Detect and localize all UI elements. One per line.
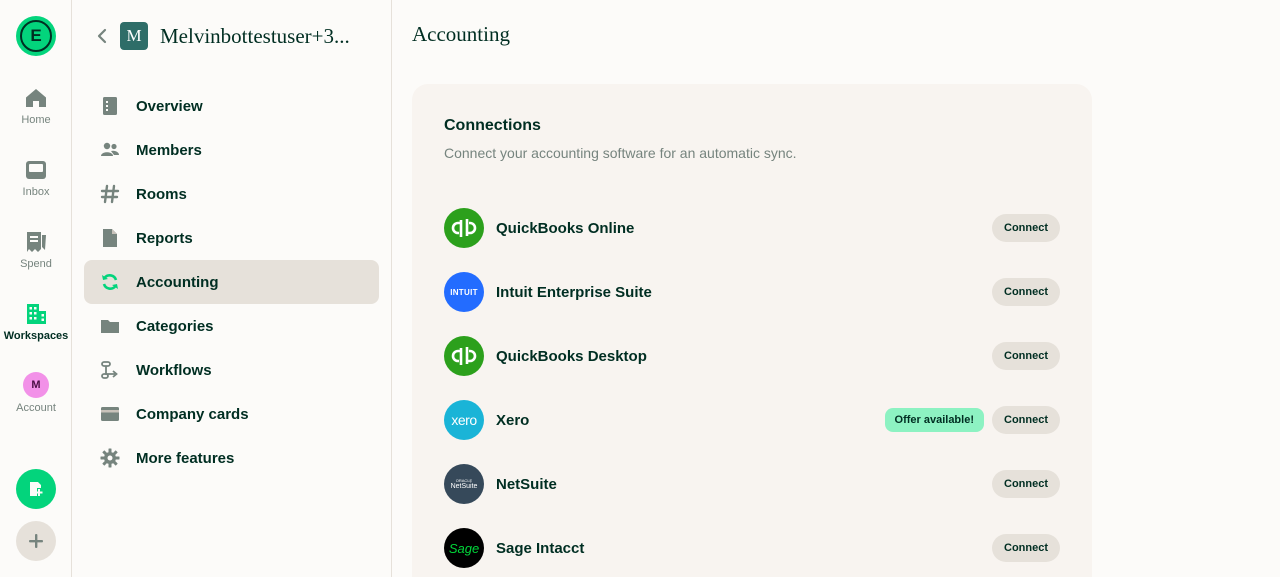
connection-actions: Connect — [992, 278, 1060, 306]
nav-label-categories: Categories — [136, 317, 214, 335]
connections-subtitle: Connect your accounting software for an … — [444, 145, 797, 161]
quickbooks-icon — [451, 219, 477, 237]
nav-label-members: Members — [136, 141, 202, 159]
home-icon — [26, 89, 46, 107]
connections-card: Connections Connect your accounting soft… — [412, 84, 1092, 577]
connections-title: Connections — [444, 117, 541, 134]
quickbooks-logo — [444, 208, 484, 248]
rail-account[interactable]: M Account — [0, 372, 72, 414]
sage-logo: Sage — [444, 528, 484, 568]
workspace-nav: Overview Members Rooms Reports Accountin… — [84, 84, 379, 480]
users-icon — [101, 142, 119, 156]
netsuite-logo: ORACLE NetSuite — [444, 464, 484, 504]
nav-label-reports: Reports — [136, 229, 193, 247]
gear-icon — [100, 448, 120, 468]
connection-actions: Connect — [992, 342, 1060, 370]
connect-button[interactable]: Connect — [992, 470, 1060, 498]
rail-workspaces[interactable]: Workspaces — [0, 302, 72, 342]
connection-row: INTUIT Intuit Enterprise Suite Connect — [444, 260, 1060, 324]
rail-spend[interactable]: Spend — [0, 230, 72, 270]
nav-item-workflows[interactable]: Workflows — [84, 348, 379, 392]
nav-item-accounting[interactable]: Accounting — [84, 260, 379, 304]
connection-name: QuickBooks Desktop — [496, 347, 647, 365]
rail-home-label: Home — [21, 114, 51, 126]
back-button[interactable] — [88, 28, 116, 44]
new-expense-icon — [30, 482, 43, 496]
connections-list: QuickBooks Online Connect INTUIT Intuit … — [444, 196, 1060, 577]
building-icon — [27, 304, 46, 324]
rail-workspaces-label: Workspaces — [3, 330, 69, 342]
connection-row: Sage Sage Intacct Connect — [444, 516, 1060, 577]
rail-spend-label: Spend — [20, 258, 52, 270]
account-avatar: M — [23, 372, 49, 398]
plus-icon — [29, 534, 43, 548]
global-nav-rail: E Home Inbox Spend Workspaces M Account — [0, 0, 72, 577]
expensify-logo[interactable]: E — [16, 16, 56, 56]
chevron-left-icon — [97, 28, 107, 44]
page-title: Accounting — [412, 22, 510, 46]
inbox-icon — [26, 161, 46, 179]
intuit-logo-text: INTUIT — [450, 287, 478, 297]
credit-card-icon — [101, 407, 119, 421]
document-icon — [103, 97, 117, 115]
netsuite-logo-text: NetSuite — [450, 482, 478, 490]
connection-actions: Connect — [992, 534, 1060, 562]
nav-label-company-cards: Company cards — [136, 405, 249, 423]
nav-item-overview[interactable]: Overview — [84, 84, 379, 128]
nav-item-rooms[interactable]: Rooms — [84, 172, 379, 216]
rail-inbox-label: Inbox — [22, 186, 50, 198]
page-icon — [103, 229, 117, 247]
workflow-icon — [101, 361, 118, 379]
sync-icon — [102, 274, 118, 290]
main-content: Accounting Connections Connect your acco… — [392, 0, 1280, 577]
rail-home[interactable]: Home — [0, 86, 72, 126]
xero-logo: xero — [444, 400, 484, 440]
nav-item-members[interactable]: Members — [84, 128, 379, 172]
connection-row: QuickBooks Online Connect — [444, 196, 1060, 260]
connection-name: Xero — [496, 411, 530, 429]
nav-item-categories[interactable]: Categories — [84, 304, 379, 348]
offer-badge[interactable]: Offer available! — [884, 408, 984, 432]
nav-label-more-features: More features — [136, 449, 235, 467]
nav-item-reports[interactable]: Reports — [84, 216, 379, 260]
connection-actions: Connect — [992, 470, 1060, 498]
sage-logo-text: Sage — [448, 540, 480, 556]
connection-name: NetSuite — [496, 475, 557, 493]
quickbooks-logo — [444, 336, 484, 376]
connection-row: xero Xero Offer available! Connect — [444, 388, 1060, 452]
connection-actions: Offer available! Connect — [884, 406, 1060, 434]
logo-letter: E — [20, 20, 52, 52]
create-button[interactable] — [16, 469, 56, 509]
quickbooks-icon — [451, 347, 477, 365]
workspace-header: M Melvinbottestuser+3... — [72, 16, 392, 56]
nav-label-overview: Overview — [136, 97, 203, 115]
folder-icon — [101, 320, 119, 333]
workspace-sidebar: M Melvinbottestuser+3... Overview Member… — [72, 0, 392, 577]
connection-actions: Connect — [992, 214, 1060, 242]
nav-label-rooms: Rooms — [136, 185, 187, 203]
nav-item-company-cards[interactable]: Company cards — [84, 392, 379, 436]
connect-button[interactable]: Connect — [992, 342, 1060, 370]
connect-button[interactable]: Connect — [992, 534, 1060, 562]
hashtag-icon — [100, 184, 120, 204]
connection-row: QuickBooks Desktop Connect — [444, 324, 1060, 388]
nav-item-more-features[interactable]: More features — [84, 436, 379, 480]
connect-button[interactable]: Connect — [992, 214, 1060, 242]
connection-row: ORACLE NetSuite NetSuite Connect — [444, 452, 1060, 516]
connect-button[interactable]: Connect — [992, 406, 1060, 434]
rail-account-label: Account — [16, 402, 56, 414]
intuit-logo: INTUIT — [444, 272, 484, 312]
connection-name: QuickBooks Online — [496, 219, 635, 237]
receipt-icon — [27, 232, 46, 252]
connection-name: Intuit Enterprise Suite — [496, 283, 652, 301]
workspace-avatar: M — [120, 22, 148, 50]
xero-logo-text: xero — [451, 412, 477, 428]
nav-label-workflows: Workflows — [136, 361, 212, 379]
nav-label-accounting: Accounting — [136, 273, 219, 291]
connect-button[interactable]: Connect — [992, 278, 1060, 306]
add-button[interactable] — [16, 521, 56, 561]
workspace-name: Melvinbottestuser+3... — [160, 23, 350, 48]
rail-inbox[interactable]: Inbox — [0, 158, 72, 198]
connection-name: Sage Intacct — [496, 539, 585, 557]
